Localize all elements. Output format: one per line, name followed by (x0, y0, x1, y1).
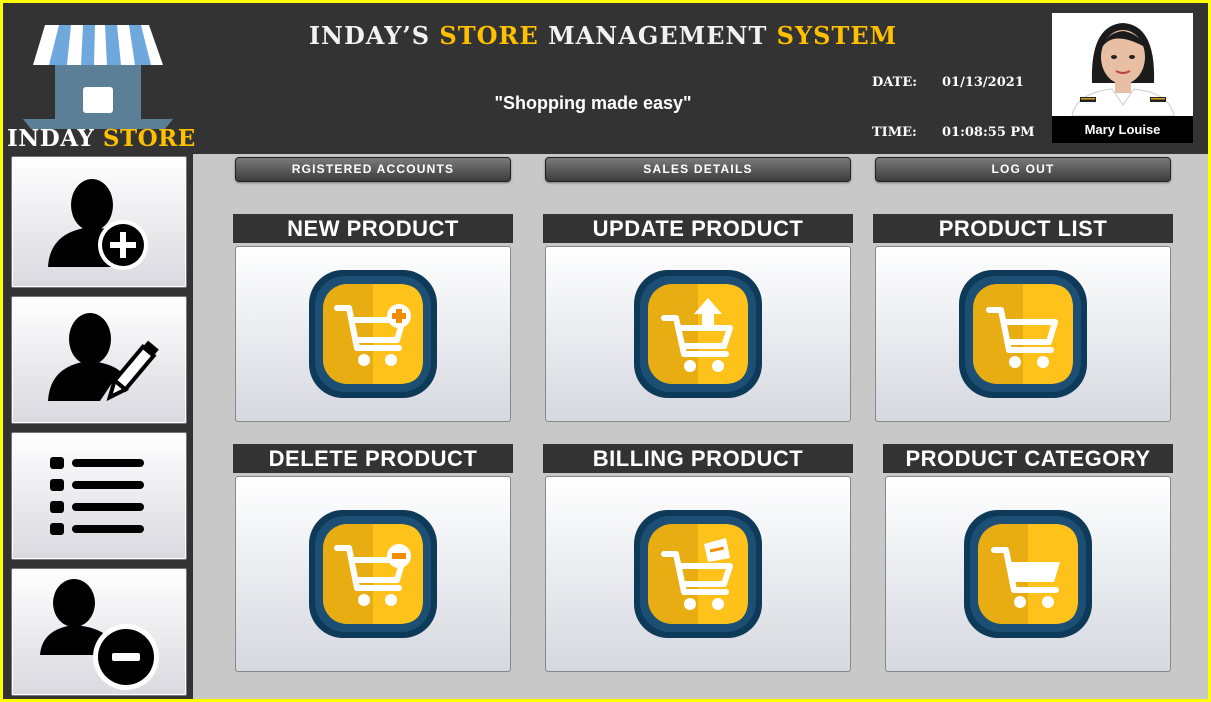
cart-billing-icon (634, 510, 762, 638)
date-label: DATE: (872, 75, 918, 90)
delete-product-label: DELETE PRODUCT (233, 444, 513, 473)
title-word-4: SYSTEM (776, 21, 898, 50)
new-product-tile[interactable] (235, 246, 511, 422)
cart-icon (959, 270, 1087, 398)
store-name-part2: STORE (102, 125, 196, 152)
billing-product-label: BILLING PRODUCT (543, 444, 853, 473)
title-word-1: INDAY’S (308, 21, 431, 50)
cart-add-icon (309, 270, 437, 398)
store-logo-text: INDAY STORE (7, 125, 196, 152)
user-profile: Mary Louise (1052, 13, 1193, 143)
time-value: 01:08:55 PM (942, 125, 1035, 140)
update-product-label: UPDATE PRODUCT (543, 214, 853, 243)
log-out-button[interactable]: LOG OUT (875, 157, 1171, 182)
cart-category-icon (964, 510, 1092, 638)
edit-user-icon (48, 313, 159, 402)
update-product-tile[interactable] (545, 246, 851, 422)
sidebar-item-add-user[interactable] (11, 156, 187, 288)
page-title: INDAY’S STORE MANAGEMENT SYSTEM (303, 21, 903, 50)
sales-details-button[interactable]: SALES DETAILS (545, 157, 851, 182)
sidebar-item-remove-user[interactable] (11, 568, 187, 696)
title-word-2: STORE (439, 21, 539, 50)
product-list-tile[interactable] (875, 246, 1171, 422)
add-user-icon (48, 179, 148, 270)
store-name-part1: INDAY (7, 125, 95, 152)
app-window: INDAY STORE INDAY’S STORE MANAGEMENT SYS… (3, 3, 1208, 699)
header-bar: INDAY STORE INDAY’S STORE MANAGEMENT SYS… (3, 3, 1208, 154)
cart-remove-icon (309, 510, 437, 638)
sidebar-item-edit-user[interactable] (11, 296, 187, 424)
time-label: TIME: (872, 125, 917, 140)
cart-update-icon (634, 270, 762, 398)
billing-product-tile[interactable] (545, 476, 851, 672)
product-category-label: PRODUCT CATEGORY (883, 444, 1173, 473)
date-value: 01/13/2021 (942, 75, 1024, 90)
sidebar-item-list[interactable] (11, 432, 187, 560)
tagline: "Shopping made easy" (494, 93, 692, 113)
list-icon (50, 457, 144, 535)
title-word-3: MANAGEMENT (548, 21, 768, 50)
remove-user-icon (40, 579, 159, 690)
new-product-label: NEW PRODUCT (233, 214, 513, 243)
avatar (1052, 13, 1193, 117)
registered-accounts-button[interactable]: RGISTERED ACCOUNTS (235, 157, 511, 182)
product-list-label: PRODUCT LIST (873, 214, 1173, 243)
product-category-tile[interactable] (885, 476, 1171, 672)
delete-product-tile[interactable] (235, 476, 511, 672)
sidebar (3, 154, 193, 699)
profile-name: Mary Louise (1052, 116, 1193, 143)
